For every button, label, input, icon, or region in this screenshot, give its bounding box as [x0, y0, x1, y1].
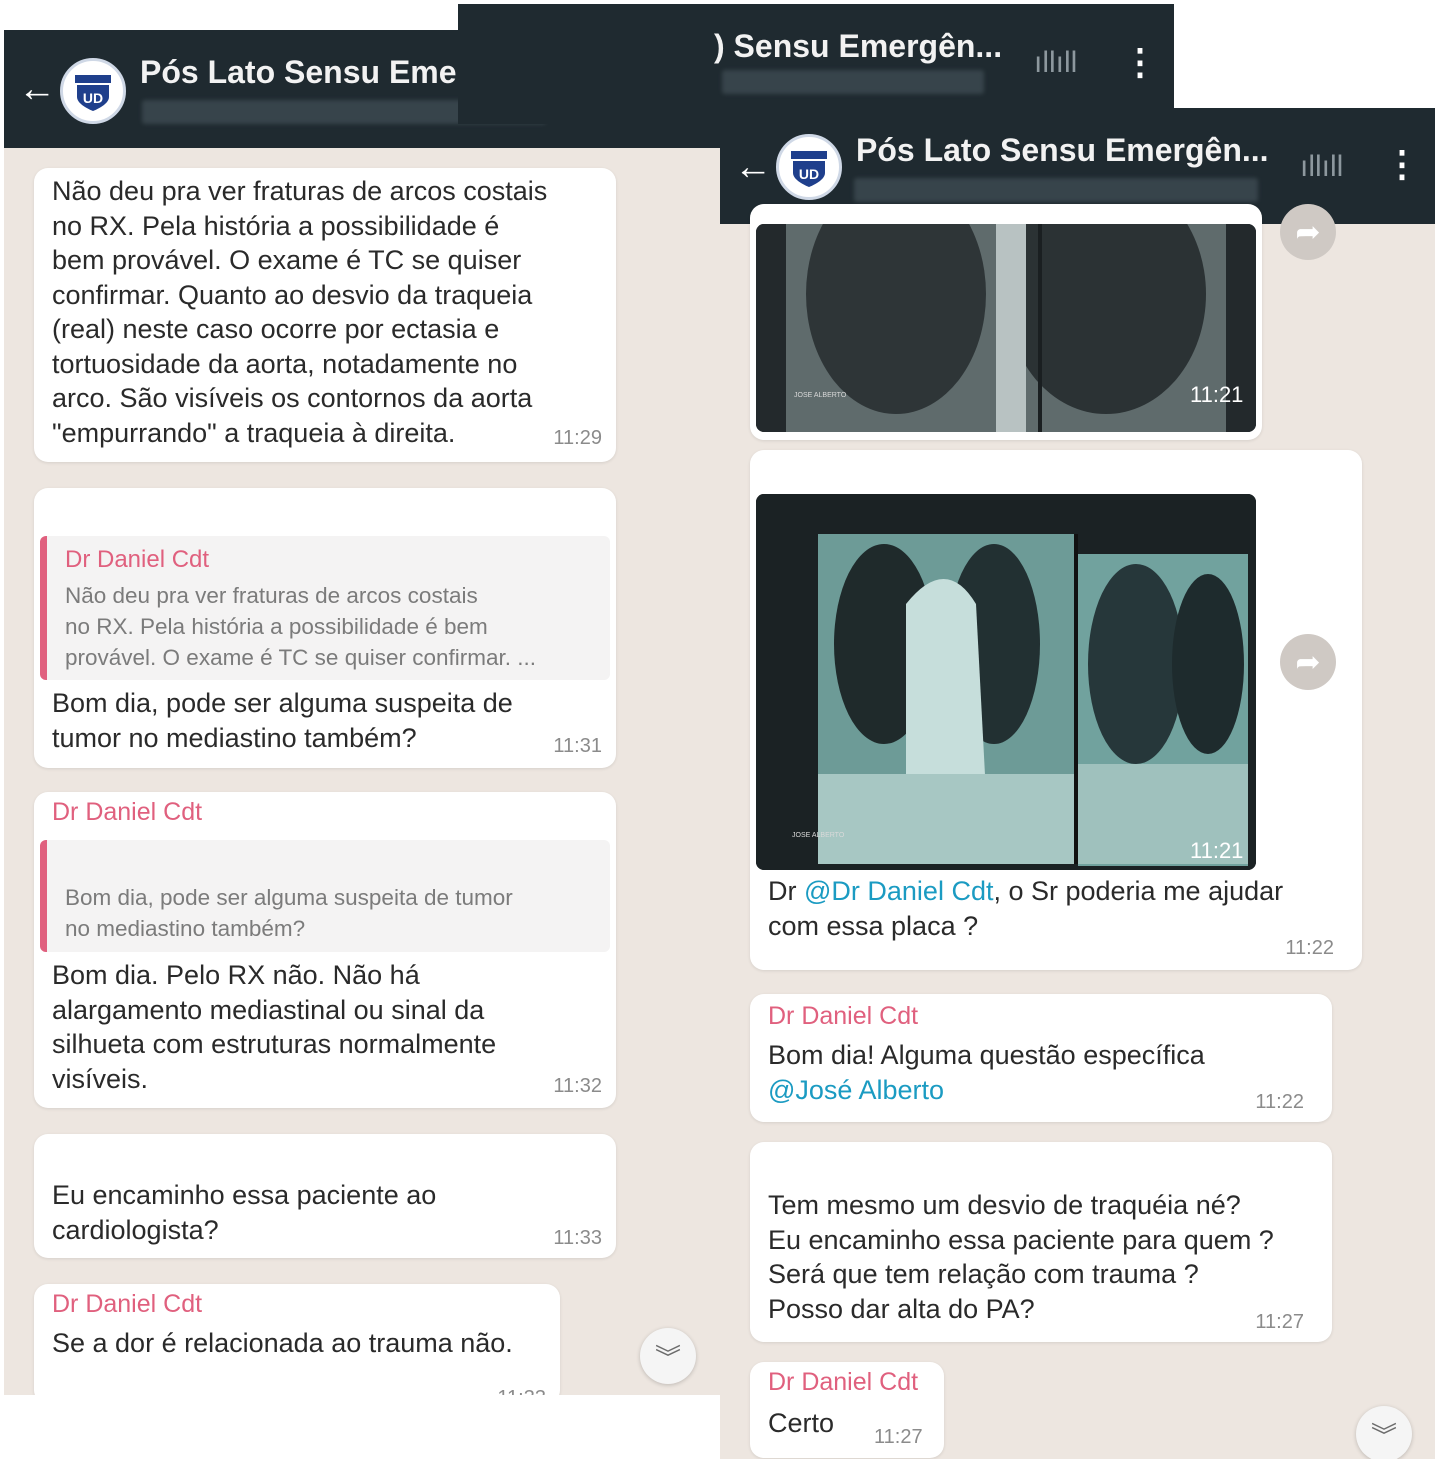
- sender-name: Dr Daniel Cdt: [768, 1002, 919, 1030]
- back-arrow-icon[interactable]: ←: [734, 148, 772, 186]
- message-time: 11:21: [1190, 838, 1244, 863]
- sender-name: Dr Daniel Cdt: [768, 1368, 919, 1396]
- forward-icon[interactable]: ➦: [1280, 634, 1336, 690]
- message-bubble[interactable]: Eu encaminho essa paciente ao cardiologi…: [34, 1134, 616, 1258]
- message-text: Bom dia! Alguma questão específica: [768, 1040, 1205, 1070]
- xray-image[interactable]: JOSE ALBERTO: [756, 224, 1256, 432]
- message-text: Eu encaminho essa paciente ao cardiologi…: [52, 1180, 437, 1245]
- quote-text: Bom dia, pode ser alguma suspeita de tum…: [65, 885, 513, 941]
- chat-header: ) Sensu Emergên... ıllıll ⋮: [458, 4, 1174, 124]
- message-text: Bom dia, pode ser alguma suspeita de tum…: [52, 688, 513, 753]
- message-text-part: Dr: [768, 876, 804, 906]
- image-caption-text: JOSE ALBERTO: [794, 392, 847, 399]
- right-chat-panel: ← UD Pós Lato Sensu Emergên... ıllıll ⋮ …: [720, 108, 1435, 1459]
- chat-title[interactable]: Pós Lato Sensu Emergên...: [856, 132, 1269, 169]
- chat-subtitle-blurred: [722, 70, 984, 94]
- message-bubble[interactable]: Dr Daniel Cdt Não deu pra ver fraturas d…: [34, 488, 616, 768]
- message-bubble[interactable]: Dr Daniel Cdt Certo 11:27: [750, 1362, 944, 1458]
- message-text: Se a dor é relacionada ao trauma não.: [52, 1328, 513, 1358]
- sender-name: Dr Daniel Cdt: [52, 798, 203, 826]
- image-message[interactable]: JOSE ALBERTO 11:21 Dr @Dr Daniel Cdt, o …: [750, 450, 1362, 970]
- message-bubble[interactable]: Tem mesmo um desvio de traquéia né? Eu e…: [750, 1142, 1332, 1342]
- message-text: Não deu pra ver fraturas de arcos costai…: [52, 176, 548, 448]
- sender-name: Dr Daniel Cdt: [52, 1290, 203, 1318]
- quote-sender-name: Dr Daniel Cdt: [65, 546, 210, 573]
- group-avatar-icon[interactable]: UD: [776, 134, 842, 200]
- mention-link[interactable]: @Dr Daniel Cdt: [804, 876, 993, 906]
- chat-subtitle-blurred: [854, 178, 1258, 202]
- message-time: 11:33: [553, 1227, 602, 1249]
- message-time: 11:27: [874, 1426, 923, 1448]
- chat-title[interactable]: ) Sensu Emergên...: [714, 28, 1002, 65]
- message-text: Tem mesmo um desvio de traquéia né? Eu e…: [768, 1190, 1274, 1324]
- image-message[interactable]: JOSE ALBERTO 11:21: [750, 204, 1262, 440]
- message-time: 11:33: [497, 1387, 546, 1395]
- quoted-message[interactable]: Dr Daniel Cdt Não deu pra ver fraturas d…: [40, 536, 610, 680]
- mention-link[interactable]: @José Alberto: [768, 1073, 944, 1108]
- group-avatar-icon[interactable]: UD: [60, 58, 126, 124]
- image-caption-text: JOSE ALBERTO: [792, 832, 845, 839]
- message-text: Certo: [768, 1408, 835, 1438]
- quote-text: Não deu pra ver fraturas de arcos costai…: [65, 583, 537, 670]
- message-text: Bom dia. Pelo RX não. Não há alargamento…: [52, 960, 497, 1094]
- xray-image[interactable]: JOSE ALBERTO: [756, 494, 1256, 870]
- message-time: 11:27: [1255, 1311, 1304, 1333]
- chevron-double-down-icon[interactable]: ︾: [1356, 1406, 1412, 1459]
- voice-wave-icon[interactable]: ıllıll: [1300, 152, 1343, 182]
- message-time: 11:22: [1285, 937, 1334, 959]
- message-bubble[interactable]: Não deu pra ver fraturas de arcos costai…: [34, 168, 616, 462]
- svg-text:UD: UD: [83, 90, 103, 106]
- message-time: 11:22: [1255, 1091, 1304, 1113]
- message-time: 11:31: [553, 735, 602, 757]
- message-time: 11:29: [553, 427, 602, 449]
- forward-icon[interactable]: ➦: [1280, 204, 1336, 260]
- message-text: Dr @Dr Daniel Cdt, o Sr poderia me ajuda…: [768, 874, 1283, 943]
- message-time: 11:32: [553, 1075, 602, 1097]
- chevron-double-down-icon[interactable]: ︾: [640, 1328, 696, 1384]
- left-chat-panel: ← UD Pós Lato Sensu Emergên... ıllıll ⋮ …: [4, 30, 720, 1395]
- message-bubble[interactable]: Dr Daniel Cdt Bom dia! Alguma questão es…: [750, 994, 1332, 1122]
- svg-text:UD: UD: [799, 166, 819, 182]
- kebab-menu-icon[interactable]: ⋮: [1384, 146, 1420, 182]
- back-arrow-icon[interactable]: ←: [18, 70, 56, 108]
- message-bubble[interactable]: Dr Daniel Cdt Bom dia, pode ser alguma s…: [34, 792, 616, 1108]
- message-bubble[interactable]: Dr Daniel Cdt Se a dor é relacionada ao …: [34, 1284, 560, 1395]
- middle-chat-panel: ) Sensu Emergên... ıllıll ⋮: [458, 4, 1174, 124]
- kebab-menu-icon[interactable]: ⋮: [1122, 44, 1158, 80]
- message-time: 11:21: [1190, 382, 1244, 407]
- quoted-message[interactable]: Bom dia, pode ser alguma suspeita de tum…: [40, 840, 610, 952]
- voice-wave-icon[interactable]: ıllıll: [1034, 48, 1077, 78]
